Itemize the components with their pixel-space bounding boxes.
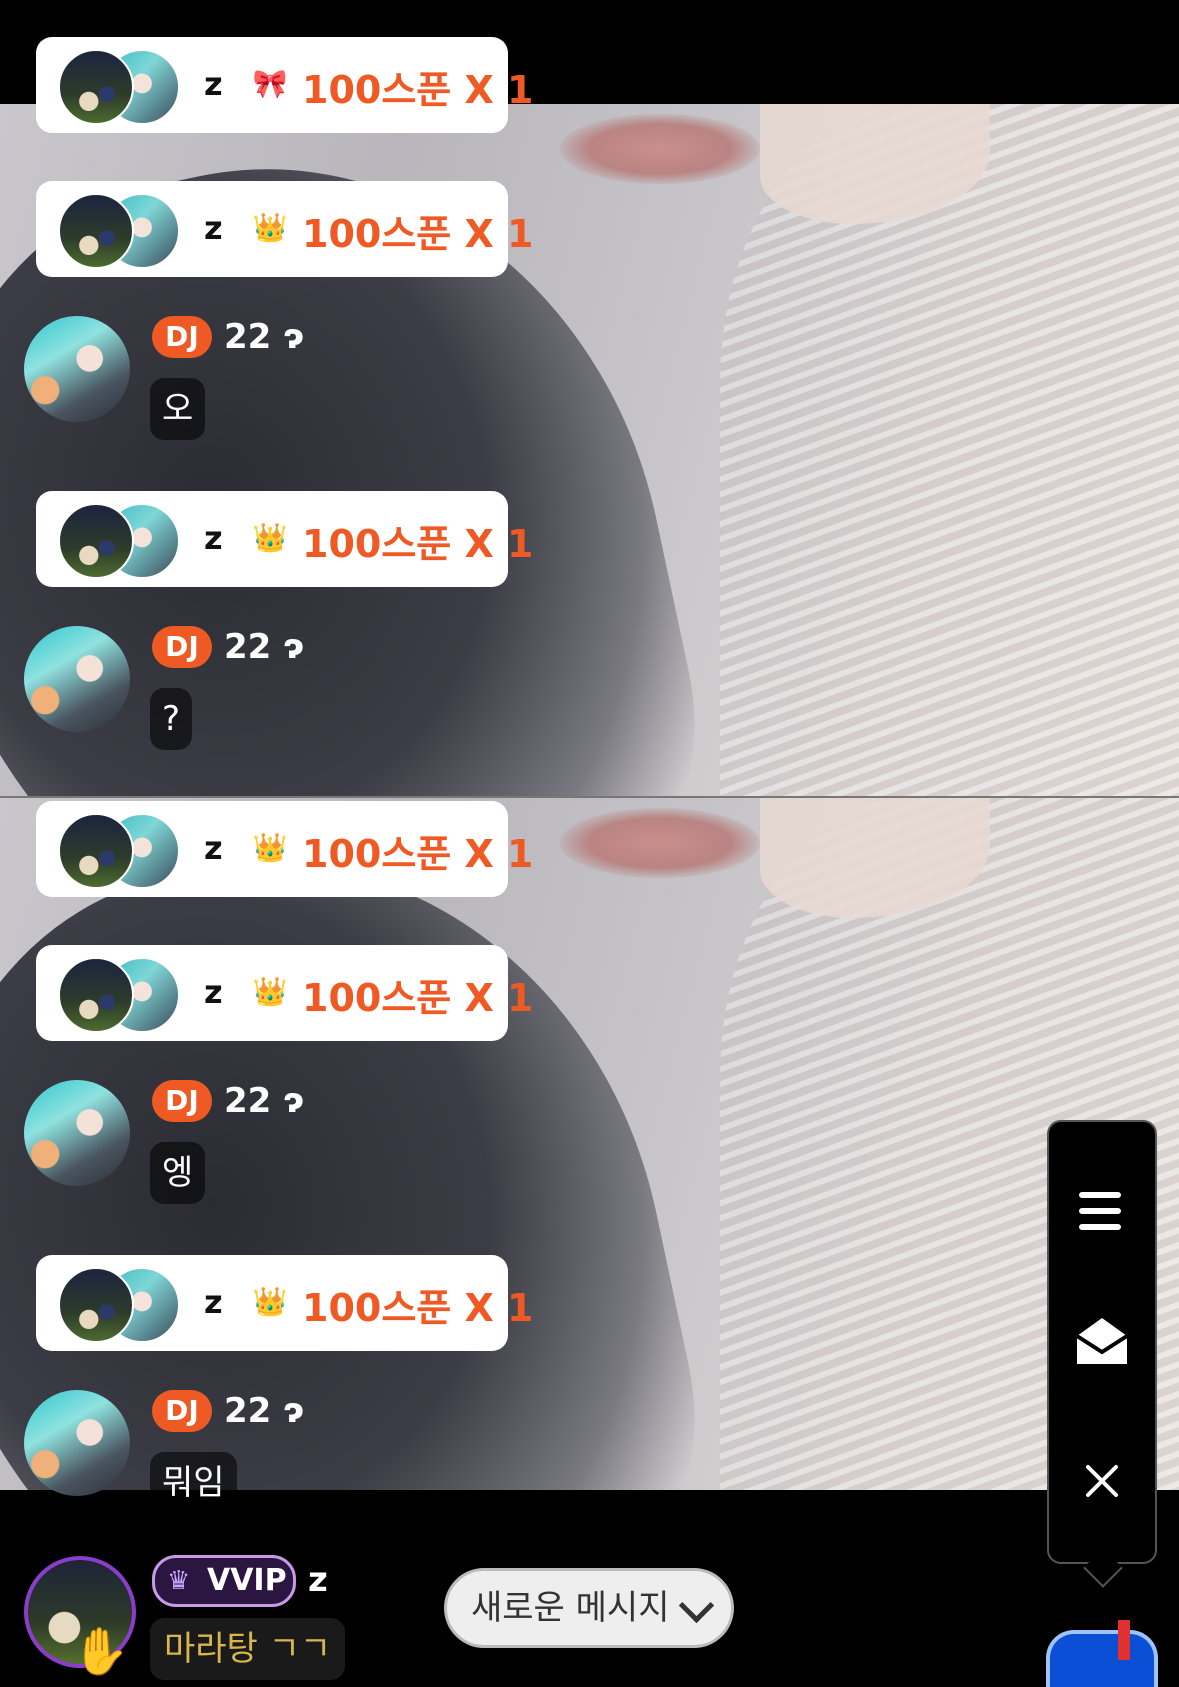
chat-message: DJ 22 ɂ 뭐임 xyxy=(0,1390,700,1530)
gift-icon: 👑 xyxy=(252,211,288,244)
chat-message: DJ 22 ɂ 엥 xyxy=(0,1080,700,1220)
chat-bubble: ? xyxy=(150,688,193,750)
image-divider xyxy=(0,796,1179,798)
gift-amount: 100스푼 X 1 xyxy=(302,832,534,876)
gift-sender-name: z xyxy=(204,1283,223,1321)
gift-message[interactable]: z 👑 100스푼 X 1 xyxy=(36,1255,533,1351)
gift-icon: 👑 xyxy=(252,1285,288,1318)
gift-sender-name: z xyxy=(204,209,223,247)
hand-sticker-icon: ✋ xyxy=(72,1624,130,1678)
gift-message[interactable]: z 👑 100스푼 X 1 xyxy=(36,181,533,277)
gift-icon: 👑 xyxy=(252,975,288,1008)
gift-icon: 🎀 xyxy=(252,67,288,100)
gift-amount: 100스푼 X 1 xyxy=(302,1286,534,1330)
chat-nickname[interactable]: 22 ɂ xyxy=(224,626,304,668)
my-chat-bubble: 마라탕 ㄱㄱ xyxy=(150,1618,346,1680)
user-avatar[interactable] xyxy=(24,316,130,422)
menu-icon[interactable] xyxy=(1073,1184,1131,1242)
mailbox-icon[interactable] xyxy=(1046,1620,1158,1687)
dj-badge: DJ xyxy=(152,1390,212,1432)
dj-badge: DJ xyxy=(152,1080,212,1122)
sender-avatar[interactable] xyxy=(58,193,134,269)
vvip-badge: ♛ VVIP xyxy=(152,1555,296,1607)
gift-message[interactable]: z 👑 100스푼 X 1 xyxy=(36,801,533,897)
chat-message: DJ 22 ɂ ? xyxy=(0,626,700,766)
chat-bubble: 엥 xyxy=(150,1142,206,1204)
user-avatar[interactable] xyxy=(24,1390,130,1496)
open-mail-icon[interactable] xyxy=(1073,1312,1131,1370)
sender-avatar[interactable] xyxy=(58,813,134,889)
chat-nickname[interactable]: 22 ɂ xyxy=(224,1080,304,1122)
gift-amount: 100스푼 X 1 xyxy=(302,522,534,566)
new-message-label: 새로운 메시지 xyxy=(471,1588,670,1628)
gift-message[interactable]: z 🎀 100스푼 X 1 xyxy=(36,37,533,133)
sender-avatar[interactable] xyxy=(58,1267,134,1343)
gift-message[interactable]: z 👑 100스푼 X 1 xyxy=(36,491,533,587)
sender-avatar[interactable] xyxy=(58,957,134,1033)
gift-sender-name: z xyxy=(204,65,223,103)
gift-sender-name: z xyxy=(204,519,223,557)
crown-icon: ♛ xyxy=(167,1566,191,1596)
chat-message: DJ 22 ɂ 오 xyxy=(0,316,700,456)
chat-nickname[interactable]: 22 ɂ xyxy=(224,1390,304,1432)
sender-avatar[interactable] xyxy=(58,503,134,579)
gift-amount: 100스푼 X 1 xyxy=(302,212,534,256)
chevron-down-icon xyxy=(678,1587,715,1624)
chat-bubble: 뭐임 xyxy=(150,1452,237,1514)
gift-icon: 👑 xyxy=(252,521,288,554)
user-avatar[interactable] xyxy=(24,626,130,732)
dj-badge: DJ xyxy=(152,316,212,358)
user-avatar[interactable] xyxy=(24,1080,130,1186)
gift-message[interactable]: z 👑 100스푼 X 1 xyxy=(36,945,533,1041)
new-message-button[interactable]: 새로운 메시지 xyxy=(444,1568,734,1648)
chat-bubble: 오 xyxy=(150,378,206,440)
gift-sender-name: z xyxy=(204,829,223,867)
my-nickname[interactable]: z xyxy=(308,1560,328,1600)
close-icon[interactable] xyxy=(1073,1452,1131,1510)
gift-amount: 100스푼 X 1 xyxy=(302,68,534,112)
side-action-panel xyxy=(1047,1120,1157,1588)
gift-amount: 100스푼 X 1 xyxy=(302,976,534,1020)
sender-avatar[interactable] xyxy=(58,49,134,125)
gift-icon: 👑 xyxy=(252,831,288,864)
chat-nickname[interactable]: 22 ɂ xyxy=(224,316,304,358)
gift-sender-name: z xyxy=(204,973,223,1011)
dj-badge: DJ xyxy=(152,626,212,668)
